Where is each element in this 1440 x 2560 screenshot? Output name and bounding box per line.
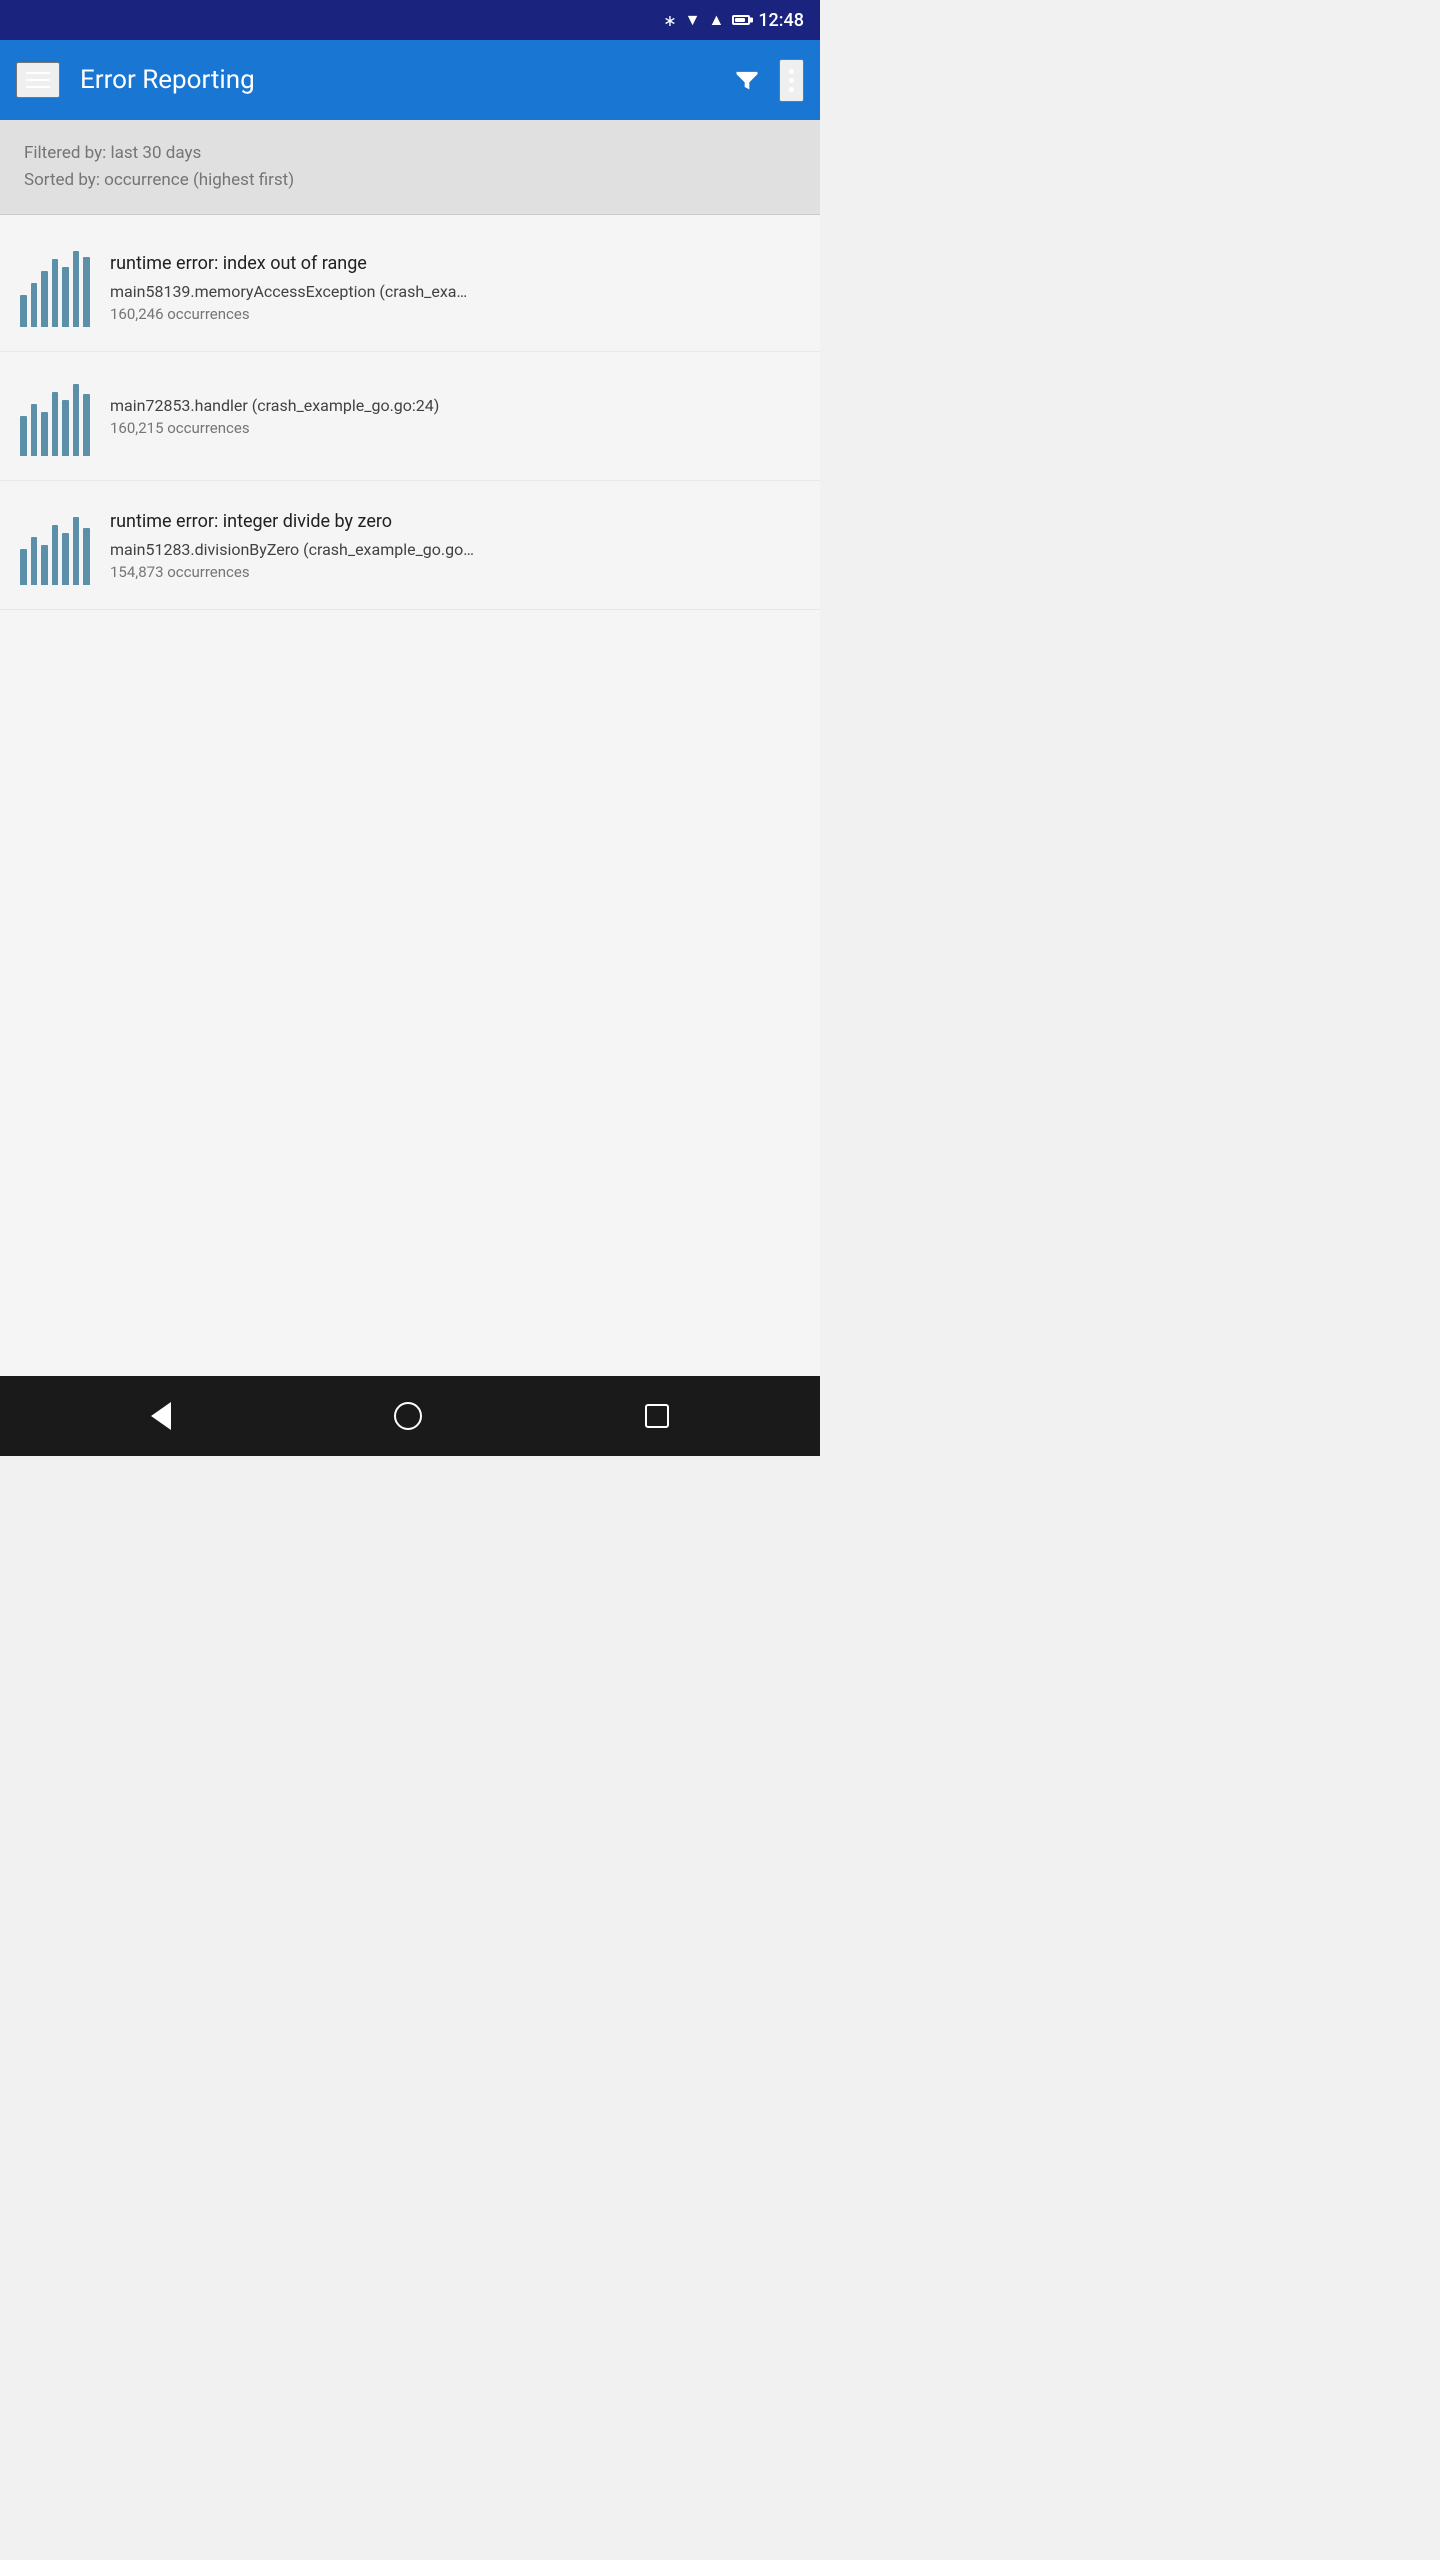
bar	[83, 394, 90, 456]
app-title: Error Reporting	[80, 65, 703, 95]
app-bar-actions	[723, 56, 804, 104]
error-detail-1: main58139.memoryAccessException (crash_e…	[110, 282, 800, 301]
bar	[41, 545, 48, 585]
filter-icon	[733, 66, 761, 94]
error-content-2: main72853.handler (crash_example_go.go:2…	[110, 396, 800, 437]
recents-button[interactable]	[625, 1394, 689, 1438]
menu-icon	[26, 72, 50, 74]
error-occurrences-3: 154,873 occurrences	[110, 563, 800, 581]
battery-icon	[732, 15, 750, 25]
menu-button[interactable]	[16, 62, 60, 98]
bar	[73, 517, 80, 585]
bar	[83, 528, 90, 586]
status-time: 12:48	[758, 10, 804, 31]
status-icons: ∗ ▼ ▲ 12:48	[663, 10, 804, 31]
back-icon	[151, 1402, 171, 1430]
error-content-1: runtime error: index out of range main58…	[110, 251, 800, 323]
bar	[31, 283, 38, 327]
signal-icon: ▲	[708, 10, 724, 30]
back-button[interactable]	[131, 1392, 191, 1440]
recents-icon	[645, 1404, 669, 1428]
bar	[73, 251, 80, 327]
nav-bar	[0, 1376, 820, 1456]
error-item-1[interactable]: runtime error: index out of range main58…	[0, 223, 820, 352]
bar	[41, 412, 48, 456]
bar	[31, 537, 38, 585]
menu-icon	[26, 79, 50, 81]
error-occurrences-1: 160,246 occurrences	[110, 305, 800, 323]
bar	[52, 259, 59, 327]
bar	[73, 384, 80, 456]
filter-banner: Filtered by: last 30 days Sorted by: occ…	[0, 120, 820, 215]
bar	[52, 392, 59, 456]
error-occurrences-2: 160,215 occurrences	[110, 419, 800, 437]
filter-button[interactable]	[723, 56, 771, 104]
bar	[20, 549, 27, 585]
more-icon	[789, 87, 794, 92]
more-button[interactable]	[779, 59, 804, 102]
bar	[52, 525, 59, 585]
error-list: runtime error: index out of range main58…	[0, 215, 820, 1376]
bar	[31, 404, 38, 456]
bar	[62, 267, 69, 327]
bar	[20, 416, 27, 456]
menu-icon	[26, 86, 50, 88]
home-button[interactable]	[374, 1392, 442, 1440]
filter-line2: Sorted by: occurrence (highest first)	[24, 167, 796, 194]
error-chart-2	[20, 376, 90, 456]
more-icon	[789, 69, 794, 74]
bar	[62, 533, 69, 585]
error-item-3[interactable]: runtime error: integer divide by zero ma…	[0, 481, 820, 610]
error-detail-2: main72853.handler (crash_example_go.go:2…	[110, 396, 800, 415]
filter-line1: Filtered by: last 30 days	[24, 140, 796, 167]
bar	[41, 271, 48, 327]
wifi-icon: ▼	[685, 10, 701, 30]
error-item-2[interactable]: main72853.handler (crash_example_go.go:2…	[0, 352, 820, 481]
status-bar: ∗ ▼ ▲ 12:48	[0, 0, 820, 40]
more-icon	[789, 78, 794, 83]
bluetooth-icon: ∗	[663, 11, 676, 30]
error-title-1: runtime error: index out of range	[110, 251, 800, 276]
error-title-3: runtime error: integer divide by zero	[110, 509, 800, 534]
bar	[83, 257, 90, 327]
error-content-3: runtime error: integer divide by zero ma…	[110, 509, 800, 581]
bar	[62, 400, 69, 456]
error-detail-3: main51283.divisionByZero (crash_example_…	[110, 540, 800, 559]
bar	[20, 295, 27, 327]
home-icon	[394, 1402, 422, 1430]
app-bar: Error Reporting	[0, 40, 820, 120]
error-chart-3	[20, 505, 90, 585]
error-chart-1	[20, 247, 90, 327]
